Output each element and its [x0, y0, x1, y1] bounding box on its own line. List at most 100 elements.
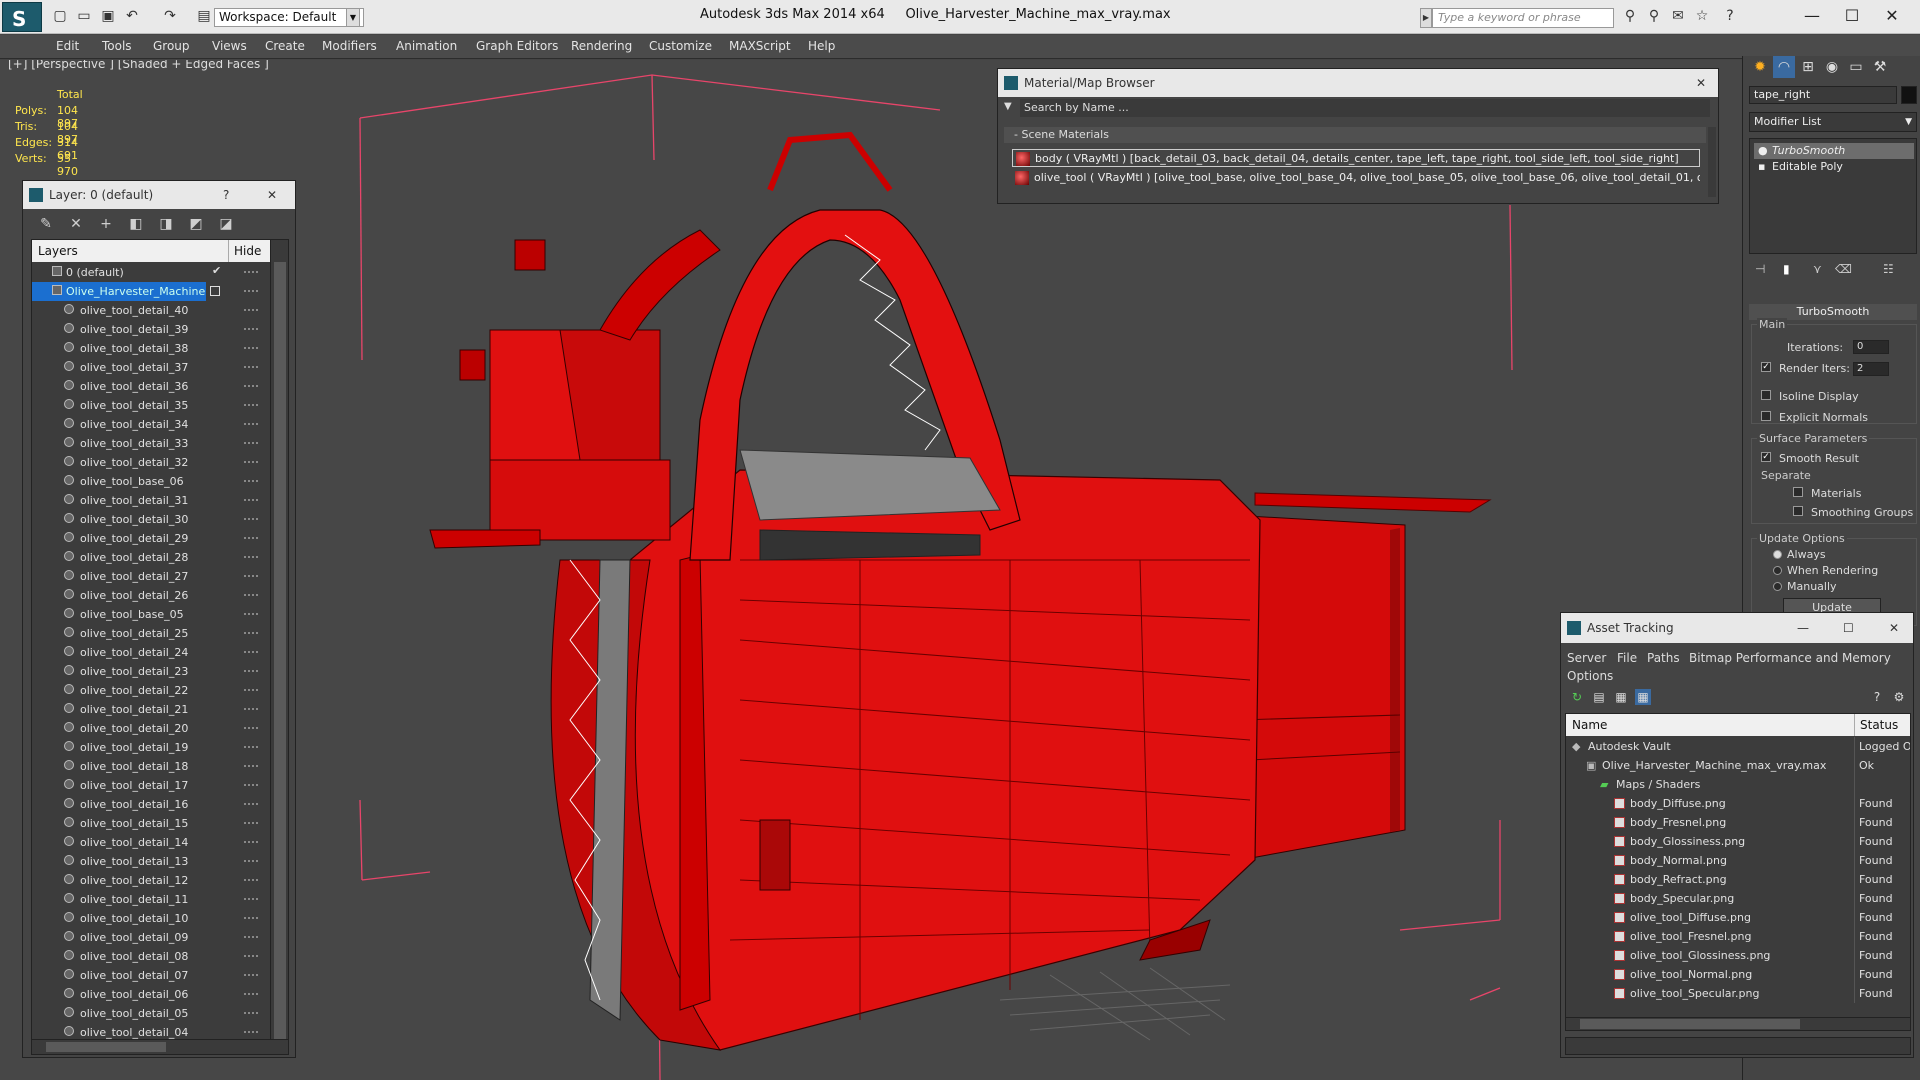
help-icon[interactable]: ?: [1869, 689, 1885, 705]
hide-all-layers-icon[interactable]: ◩: [187, 215, 205, 233]
object-color-swatch[interactable]: [1901, 86, 1917, 104]
layer-item[interactable]: olive_tool_detail_11: [32, 890, 266, 909]
hide-toggle[interactable]: [244, 480, 258, 482]
expand-icon[interactable]: ▪: [1758, 159, 1765, 175]
binoculars-icon[interactable]: ⚲: [1622, 8, 1638, 24]
remove-modifier-icon[interactable]: ⌫: [1835, 262, 1852, 276]
layer-item[interactable]: olive_tool_detail_16: [32, 795, 266, 814]
bulb-icon[interactable]: ●: [1758, 143, 1768, 159]
search-icon[interactable]: ⚲: [1646, 8, 1662, 24]
layer-item[interactable]: olive_tool_detail_38: [32, 339, 266, 358]
freeze-all-layers-icon[interactable]: ◪: [217, 215, 235, 233]
scrollbar-thumb[interactable]: [274, 262, 286, 1048]
hide-toggle[interactable]: [244, 974, 258, 976]
modify-tab-icon[interactable]: ◠: [1773, 56, 1795, 78]
menu-bitmap-performance[interactable]: Bitmap Performance and Memory: [1689, 651, 1891, 665]
explicit-normals-checkbox[interactable]: [1761, 411, 1771, 421]
hide-toggle[interactable]: [244, 651, 258, 653]
layer-list-scrollbar[interactable]: [270, 240, 288, 1048]
hide-toggle[interactable]: [244, 366, 258, 368]
hide-toggle[interactable]: [244, 841, 258, 843]
table-view-icon[interactable]: ▦: [1635, 689, 1651, 705]
viewport-label[interactable]: [+] [Perspective ] [Shaded + Edged Faces…: [8, 60, 269, 71]
pin-stack-icon[interactable]: ⊣: [1755, 262, 1765, 276]
layer-item[interactable]: olive_tool_detail_15: [32, 814, 266, 833]
scrollbar-thumb[interactable]: [46, 1042, 166, 1052]
open-file-icon[interactable]: ▭: [76, 8, 92, 24]
menu-animation[interactable]: Animation: [396, 39, 457, 53]
menu-group[interactable]: Group: [153, 39, 190, 53]
asset-row[interactable]: body_Refract.png Found: [1566, 870, 1910, 889]
hide-toggle[interactable]: [244, 499, 258, 501]
layer-item[interactable]: olive_tool_detail_27: [32, 567, 266, 586]
make-unique-icon[interactable]: ⋎: [1813, 262, 1822, 276]
column-status[interactable]: Status: [1860, 718, 1898, 732]
material-search-input[interactable]: Search by Name ...: [1020, 99, 1710, 117]
render-iters-spinner[interactable]: 2: [1853, 362, 1889, 376]
layer-item[interactable]: olive_tool_detail_36: [32, 377, 266, 396]
maximize-button[interactable]: ☐: [1832, 4, 1872, 28]
workspace-dropdown[interactable]: Workspace: Default ▼: [214, 8, 364, 27]
scrollbar-thumb[interactable]: [1580, 1019, 1800, 1029]
thumbnail-view-icon[interactable]: ▦: [1613, 689, 1629, 705]
hide-toggle[interactable]: [244, 1031, 258, 1033]
close-button[interactable]: ✕: [1889, 613, 1899, 643]
menu-views[interactable]: Views: [212, 39, 247, 53]
menu-edit[interactable]: Edit: [56, 39, 79, 53]
menu-modifiers[interactable]: Modifiers: [322, 39, 377, 53]
layer-row-default[interactable]: 0 (default) ✔: [32, 263, 266, 282]
layer-item[interactable]: olive_tool_detail_20: [32, 719, 266, 738]
redo-icon[interactable]: ↷: [162, 8, 178, 24]
menu-rendering[interactable]: Rendering: [571, 39, 632, 53]
hide-toggle[interactable]: [244, 784, 258, 786]
layer-item[interactable]: olive_tool_detail_35: [32, 396, 266, 415]
scene-materials-group[interactable]: - Scene Materials: [1004, 127, 1706, 143]
hide-toggle[interactable]: [244, 632, 258, 634]
menu-server[interactable]: Server: [1567, 651, 1606, 665]
checkmark-icon[interactable]: ✔: [212, 264, 221, 277]
search-expand-button[interactable]: ▶: [1420, 8, 1432, 28]
asset-tracking-titlebar[interactable]: Asset Tracking — ☐ ✕: [1561, 613, 1913, 643]
layer-item[interactable]: olive_tool_detail_29: [32, 529, 266, 548]
configure-sets-icon[interactable]: ☷: [1883, 262, 1894, 276]
asset-row[interactable]: olive_tool_Normal.png Found: [1566, 965, 1910, 984]
layer-item[interactable]: olive_tool_detail_24: [32, 643, 266, 662]
asset-path-input[interactable]: [1565, 1037, 1911, 1055]
layer-item[interactable]: olive_tool_detail_25: [32, 624, 266, 643]
hide-toggle[interactable]: [244, 689, 258, 691]
render-iters-checkbox[interactable]: ✓: [1761, 362, 1771, 372]
layer-item[interactable]: olive_tool_detail_32: [32, 453, 266, 472]
layer-item[interactable]: olive_tool_detail_12: [32, 871, 266, 890]
new-file-icon[interactable]: ▢: [52, 8, 68, 24]
layer-item[interactable]: olive_tool_detail_22: [32, 681, 266, 700]
stack-item-turbosmooth[interactable]: ● TurboSmooth: [1754, 143, 1914, 159]
hide-toggle[interactable]: [244, 803, 258, 805]
asset-row[interactable]: ▰ Maps / Shaders: [1566, 775, 1910, 794]
hide-toggle[interactable]: [244, 898, 258, 900]
menu-help[interactable]: Help: [808, 39, 835, 53]
favorites-icon[interactable]: ☆: [1694, 8, 1710, 24]
layer-item[interactable]: olive_tool_detail_19: [32, 738, 266, 757]
hide-toggle[interactable]: [244, 290, 258, 292]
materials-checkbox[interactable]: [1793, 487, 1803, 497]
hide-toggle[interactable]: [244, 860, 258, 862]
hide-toggle[interactable]: [244, 879, 258, 881]
layer-item[interactable]: olive_tool_detail_05: [32, 1004, 266, 1023]
list-view-icon[interactable]: ▤: [1591, 689, 1607, 705]
asset-row[interactable]: olive_tool_Specular.png Found: [1566, 984, 1910, 1003]
asset-row[interactable]: ◆ Autodesk Vault Logged O: [1566, 737, 1910, 756]
object-name-input[interactable]: tape_right: [1749, 86, 1897, 104]
delete-layer-icon[interactable]: ✕: [67, 215, 85, 233]
settings-icon[interactable]: ⚙: [1891, 689, 1907, 705]
app-logo-button[interactable]: S: [2, 2, 42, 32]
layer-item[interactable]: olive_tool_detail_33: [32, 434, 266, 453]
close-button[interactable]: ✕: [267, 181, 277, 209]
save-icon[interactable]: ▣: [100, 8, 116, 24]
motion-tab-icon[interactable]: ◉: [1821, 56, 1843, 78]
asset-horizontal-scrollbar[interactable]: [1565, 1017, 1911, 1031]
add-to-layer-icon[interactable]: +: [97, 215, 115, 233]
material-item[interactable]: olive_tool ( VRayMtl ) [olive_tool_base,…: [1012, 169, 1700, 187]
project-folder-icon[interactable]: ▤: [196, 8, 212, 24]
options-menu-icon[interactable]: ▼: [1004, 101, 1012, 112]
show-end-result-icon[interactable]: ▮: [1783, 262, 1790, 276]
